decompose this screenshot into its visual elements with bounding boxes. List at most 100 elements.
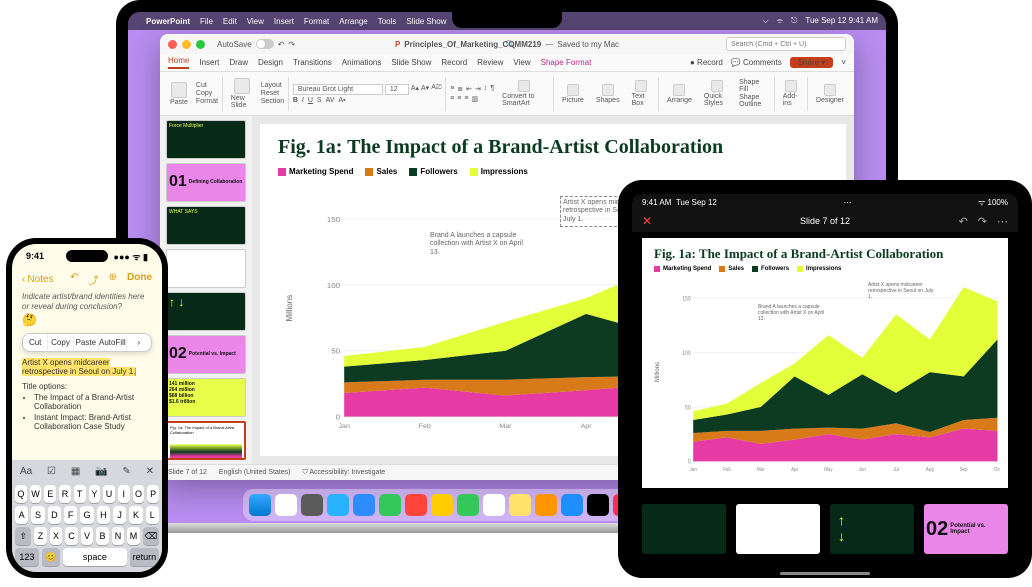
letter-key[interactable]: M <box>127 527 140 545</box>
letter-key[interactable]: G <box>80 506 93 524</box>
menu-arrange[interactable]: Arrange <box>339 17 367 26</box>
checklist-icon[interactable]: ☑ <box>47 466 56 477</box>
minimize-icon[interactable] <box>182 40 191 49</box>
settings-icon[interactable] <box>301 494 323 516</box>
letter-key[interactable]: V <box>81 527 94 545</box>
notes-icon[interactable] <box>509 494 531 516</box>
letter-key[interactable]: S <box>31 506 44 524</box>
menu-file[interactable]: File <box>200 17 213 26</box>
menu-tools[interactable]: Tools <box>378 17 397 26</box>
slide-thumbnail[interactable] <box>166 249 246 288</box>
redo-icon[interactable]: ↷ <box>978 215 987 228</box>
letter-key[interactable]: E <box>44 485 56 503</box>
layout-button[interactable]: Layout <box>261 82 284 89</box>
font-selector[interactable]: Bureau Grot Light <box>293 84 383 95</box>
collapse-ribbon-icon[interactable]: ˅ <box>841 58 846 67</box>
ipad-current-slide[interactable]: Fig. 1a: The Impact of a Brand-Artist Co… <box>642 238 1008 488</box>
cut-button[interactable]: Cut <box>196 82 218 89</box>
tab-home[interactable]: Home <box>168 56 189 69</box>
italic-icon[interactable]: I <box>302 97 304 104</box>
format-painter-button[interactable]: Format <box>196 98 218 105</box>
convert-smartart-button[interactable]: Convert to SmartArt <box>498 80 549 107</box>
slide-thumbnail[interactable]: 4 <box>736 504 820 554</box>
emoji-key[interactable]: 😊 <box>42 548 60 566</box>
addins-button[interactable]: Add-ins <box>779 80 804 107</box>
paste-button[interactable]: Paste <box>166 82 192 106</box>
picture-button[interactable]: Picture <box>558 84 588 104</box>
ipad-ellipsis-icon[interactable]: ⋯ <box>843 198 851 207</box>
highlighted-text[interactable]: Artist X opens midcareer retrospective i… <box>22 358 135 376</box>
table-icon[interactable]: ▦ <box>71 466 80 477</box>
app-name[interactable]: PowerPoint <box>146 17 190 26</box>
ipad-slide-canvas[interactable]: Fig. 1a: The Impact of a Brand-Artist Co… <box>632 232 1018 494</box>
done-button[interactable]: Done <box>127 272 152 287</box>
slide-thumbnail[interactable]: ↑ ↓ <box>166 292 246 331</box>
clear-format-icon[interactable]: A⎚ <box>431 84 441 95</box>
slide-thumbnail[interactable]: Fig. 1a: The Impact of a Brand-Artist Co… <box>166 421 246 460</box>
letter-key[interactable]: X <box>50 527 63 545</box>
letter-key[interactable]: O <box>133 485 145 503</box>
letter-key[interactable]: A <box>15 506 28 524</box>
number-key[interactable]: 123 <box>15 548 39 566</box>
textbox-button[interactable]: Text Box <box>628 80 655 107</box>
letter-key[interactable]: W <box>30 485 42 503</box>
indent-dec-icon[interactable]: ⇤ <box>466 85 472 93</box>
shape-outline-button[interactable]: Shape Outline <box>739 94 770 108</box>
tab-view[interactable]: View <box>513 58 530 67</box>
slide-thumbnail[interactable]: Force Multiplier <box>166 120 246 159</box>
bullets-icon[interactable]: ≡ <box>450 85 454 93</box>
letter-key[interactable]: T <box>74 485 86 503</box>
align-right-icon[interactable]: ≡ <box>464 95 468 103</box>
tab-animations[interactable]: Animations <box>342 58 382 67</box>
font-size-selector[interactable]: 12 <box>385 84 409 95</box>
more-icon[interactable]: ⋯ <box>997 215 1008 228</box>
toggle-icon[interactable] <box>256 39 274 49</box>
slide-thumbnail[interactable]: 01Defining Collaboration <box>166 163 246 202</box>
tab-insert[interactable]: Insert <box>199 58 219 67</box>
tab-review[interactable]: Review <box>477 58 503 67</box>
undo-icon[interactable]: ↶ <box>959 215 968 228</box>
safari-icon[interactable] <box>327 494 349 516</box>
paste-button[interactable]: Paste <box>74 334 99 351</box>
letter-key[interactable]: P <box>147 485 159 503</box>
slide-thumbnail[interactable]: 141 million264 million$68 billion$1.6 tr… <box>166 378 246 417</box>
tab-transitions[interactable]: Transitions <box>293 58 332 67</box>
letter-key[interactable]: F <box>64 506 77 524</box>
line-spacing-icon[interactable]: ↕ <box>484 85 488 93</box>
undo-icon[interactable]: ↶ <box>278 40 285 49</box>
letter-key[interactable]: Z <box>34 527 47 545</box>
copy-button[interactable]: Copy <box>196 90 218 97</box>
strike-icon[interactable]: S <box>317 97 322 104</box>
accessibility-label[interactable]: ⛉ Accessibility: Investigate <box>303 469 386 477</box>
redo-icon[interactable]: ↷ <box>288 40 295 49</box>
letter-key[interactable]: K <box>129 506 142 524</box>
more-icon[interactable]: ⊕ <box>109 272 117 287</box>
maps-icon[interactable] <box>405 494 427 516</box>
record-button[interactable]: ● Record <box>690 58 723 67</box>
cut-button[interactable]: Cut <box>23 334 48 351</box>
return-key[interactable]: return <box>130 548 159 566</box>
menu-more-icon[interactable]: › <box>127 334 151 351</box>
menu-slideshow[interactable]: Slide Show <box>406 17 446 26</box>
launchpad-icon[interactable] <box>275 494 297 516</box>
back-label[interactable]: Notes <box>27 274 53 285</box>
slide-thumbnail[interactable]: 02Potential vs. Impact6 <box>924 504 1008 554</box>
autofill-button[interactable]: AutoFill <box>99 334 127 351</box>
align-center-icon[interactable]: ≡ <box>457 95 461 103</box>
menu-edit[interactable]: Edit <box>223 17 237 26</box>
tab-draw[interactable]: Draw <box>229 58 248 67</box>
letter-key[interactable]: C <box>65 527 78 545</box>
close-icon[interactable] <box>168 40 177 49</box>
appstore-icon[interactable] <box>561 494 583 516</box>
letter-key[interactable]: Y <box>89 485 101 503</box>
markup-icon[interactable]: ✎ <box>122 466 130 477</box>
decrease-font-icon[interactable]: A▾ <box>421 84 429 95</box>
camera-icon[interactable]: 📷 <box>95 466 107 477</box>
shape-fill-button[interactable]: Shape Fill <box>739 79 770 93</box>
tab-design[interactable]: Design <box>258 58 283 67</box>
notes-body[interactable]: Indicate artist/brand identities here or… <box>12 290 162 460</box>
slide-thumbnail[interactable]: 02Potential vs. Impact <box>166 335 246 374</box>
text-style-icon[interactable]: Aa <box>20 466 32 477</box>
photos-icon[interactable] <box>431 494 453 516</box>
autosave-toggle[interactable]: AutoSave ↶ ↷ <box>217 39 295 49</box>
